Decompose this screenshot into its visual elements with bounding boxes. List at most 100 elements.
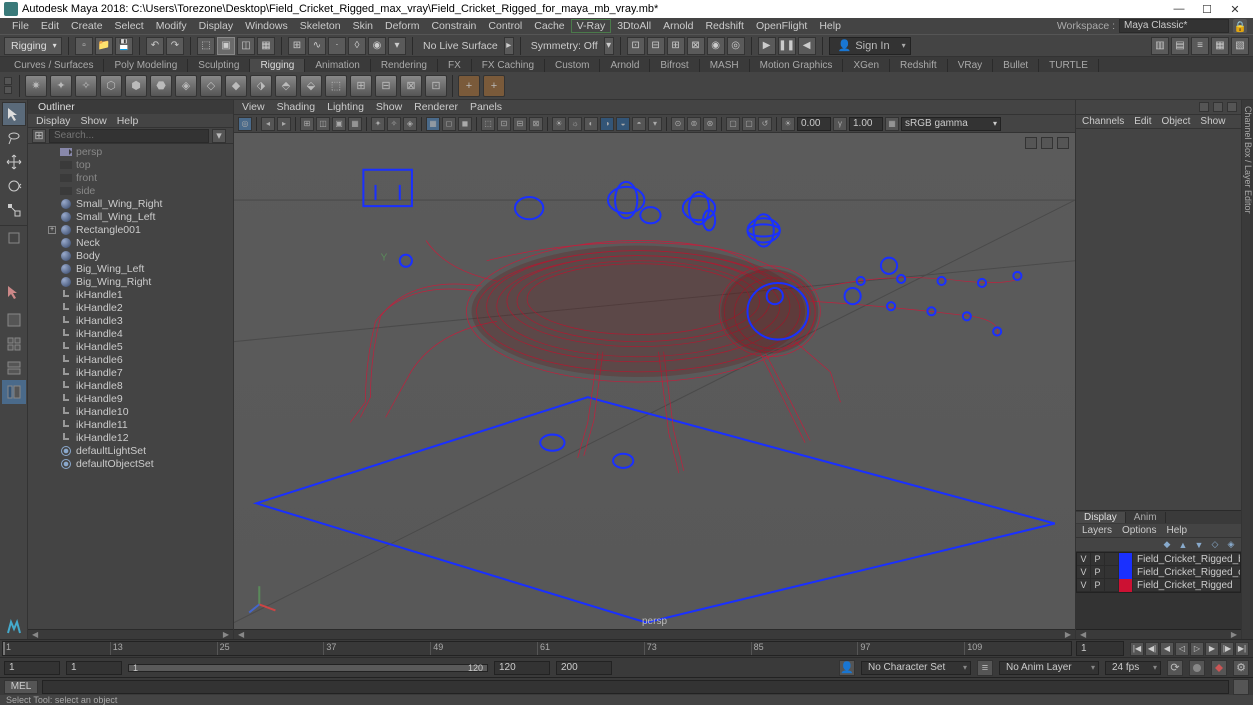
shelf-tab-turtle[interactable]: TURTLE — [1039, 59, 1099, 72]
layer-move-down-icon[interactable]: ▼ — [1193, 539, 1205, 551]
range-slider[interactable]: 1 120 — [128, 664, 488, 672]
cns-input-button[interactable]: ⊡ — [627, 37, 645, 55]
rotate-tool[interactable] — [2, 174, 26, 198]
shelf-button[interactable]: ⬡ — [100, 75, 122, 97]
shelf-tab-arnold[interactable]: Arnold — [600, 59, 650, 72]
vp-btn[interactable]: ⊞ — [300, 117, 314, 131]
rp-min-icon[interactable] — [1227, 102, 1237, 112]
move-tool[interactable] — [2, 150, 26, 174]
menu-select[interactable]: Select — [109, 19, 150, 33]
shelf-button[interactable]: ⊞ — [350, 75, 372, 97]
outliner-item[interactable]: ikHandle2 — [28, 301, 233, 314]
vp-btn[interactable]: ⊟ — [513, 117, 527, 131]
vp-home-icon[interactable] — [1041, 137, 1053, 149]
menu-modify[interactable]: Modify — [150, 19, 193, 33]
shelf-menu-icon[interactable] — [4, 77, 12, 85]
undo-button[interactable]: ↶ — [146, 37, 164, 55]
menu-cache[interactable]: Cache — [528, 19, 570, 33]
menu-openflight[interactable]: OpenFlight — [750, 19, 813, 33]
outliner-item[interactable]: ikHandle7 — [28, 366, 233, 379]
range-end-outer-field[interactable]: 200 — [556, 661, 612, 675]
vp-exposure-icon[interactable]: ☀ — [781, 117, 795, 131]
open-scene-button[interactable]: 📁 — [95, 37, 113, 55]
current-frame-field[interactable]: 1 — [1076, 641, 1124, 656]
range-start-outer-field[interactable]: 1 — [4, 661, 60, 675]
vp-btn[interactable]: ⬚ — [481, 117, 495, 131]
vp-colorspace-dropdown[interactable]: sRGB gamma▾ — [901, 117, 1001, 131]
outliner-filter-icon[interactable]: ⊞ — [32, 129, 46, 143]
layer-move-up-icon[interactable]: ▲ — [1177, 539, 1189, 551]
vp-btn[interactable]: ◒ — [616, 117, 630, 131]
lasso-tool[interactable] — [2, 126, 26, 150]
select-component-button[interactable]: ◫ — [237, 37, 255, 55]
shelf-button[interactable]: ◈ — [175, 75, 197, 97]
layer-tab-display[interactable]: Display — [1076, 512, 1126, 523]
vp-btn[interactable]: ▸ — [277, 117, 291, 131]
outliner-item[interactable]: persp — [28, 145, 233, 158]
shelf-button[interactable]: ✷ — [25, 75, 47, 97]
vp-exposure-field[interactable]: 0.00 — [797, 117, 831, 131]
vp-menu-panels[interactable]: Panels — [470, 101, 502, 113]
shelf-button[interactable]: ◆ — [225, 75, 247, 97]
outliner-item[interactable]: +Rectangle001 — [28, 223, 233, 236]
scroll-right-icon[interactable]: ▶ — [1231, 630, 1237, 639]
outliner-item[interactable]: ikHandle10 — [28, 405, 233, 418]
select-tool[interactable] — [2, 102, 26, 126]
shelf-button[interactable]: ✧ — [75, 75, 97, 97]
shelf-tab-redshift[interactable]: Redshift — [890, 59, 948, 72]
menu-create[interactable]: Create — [65, 19, 109, 33]
outliner-search-dropdown-icon[interactable]: ▾ — [212, 129, 226, 143]
vp-btn[interactable]: ◼ — [458, 117, 472, 131]
outliner-item[interactable]: Neck — [28, 236, 233, 249]
shelf-tab-bullet[interactable]: Bullet — [993, 59, 1039, 72]
set-key-button[interactable] — [1211, 660, 1227, 676]
outliner-item[interactable]: defaultLightSet — [28, 444, 233, 457]
viewport-3d[interactable]: Y persp — [234, 133, 1075, 629]
vp-btn[interactable]: ⊚ — [687, 117, 701, 131]
outliner-item[interactable]: side — [28, 184, 233, 197]
outliner-item[interactable]: ikHandle4 — [28, 327, 233, 340]
layer-row[interactable]: VPField_Cricket_Rigged_controlle — [1077, 566, 1240, 579]
layout-four-button[interactable] — [2, 332, 26, 356]
vp-select-camera-button[interactable]: ◎ — [238, 117, 252, 131]
scroll-right-icon[interactable]: ▶ — [223, 630, 229, 639]
shelf-tab-rendering[interactable]: Rendering — [371, 59, 438, 72]
vp-btn[interactable]: ☼ — [568, 117, 582, 131]
cns-toggle-button[interactable]: ◉ — [707, 37, 725, 55]
shelf-tab-rigging[interactable]: Rigging — [250, 59, 305, 72]
shelf-tab-vray[interactable]: VRay — [948, 59, 993, 72]
vp-btn[interactable]: ⊙ — [671, 117, 685, 131]
scroll-left-icon[interactable]: ◀ — [238, 630, 244, 639]
play-forward-button[interactable]: ▷ — [1190, 642, 1204, 656]
menu-windows[interactable]: Windows — [239, 19, 294, 33]
cb-menu-object[interactable]: Object — [1162, 116, 1191, 127]
layer-visible-toggle[interactable]: V — [1077, 579, 1091, 592]
shelf-button[interactable]: ⬚ — [325, 75, 347, 97]
layer-menu-layers[interactable]: Layers — [1082, 525, 1112, 536]
vp-btn[interactable]: ◫ — [316, 117, 330, 131]
outliner-item[interactable]: ikHandle9 — [28, 392, 233, 405]
char-set-icon[interactable]: 👤 — [839, 660, 855, 676]
vp-btn[interactable]: ↺ — [758, 117, 772, 131]
outliner-item[interactable]: Small_Wing_Right — [28, 197, 233, 210]
outliner-list[interactable]: persptopfrontsideSmall_Wing_RightSmall_W… — [28, 144, 233, 629]
vp-btn[interactable]: ◓ — [632, 117, 646, 131]
menu-redshift[interactable]: Redshift — [699, 19, 750, 33]
vp-btn[interactable]: ⊛ — [703, 117, 717, 131]
outliner-item[interactable]: top — [28, 158, 233, 171]
layer-visible-toggle[interactable]: V — [1077, 553, 1091, 566]
layer-color-swatch[interactable] — [1119, 553, 1133, 566]
vp-colorspace-icon[interactable]: ▦ — [885, 117, 899, 131]
layer-row[interactable]: VPField_Cricket_Rigged — [1077, 579, 1240, 592]
vp-btn[interactable]: ◻ — [442, 117, 456, 131]
layer-state-toggle[interactable] — [1105, 579, 1119, 592]
shelf-tab-mash[interactable]: MASH — [700, 59, 750, 72]
character-set-dropdown[interactable]: No Character Set — [861, 661, 971, 675]
vp-grid-button[interactable]: ▦ — [426, 117, 440, 131]
outliner-item[interactable]: Big_Wing_Right — [28, 275, 233, 288]
snap-plane-button[interactable]: ◊ — [348, 37, 366, 55]
select-object-button[interactable]: ▣ — [217, 37, 235, 55]
vp-gear-icon[interactable] — [1057, 137, 1069, 149]
live-arrow-icon[interactable]: ▸ — [504, 37, 514, 55]
vp-btn[interactable]: ✦ — [371, 117, 385, 131]
